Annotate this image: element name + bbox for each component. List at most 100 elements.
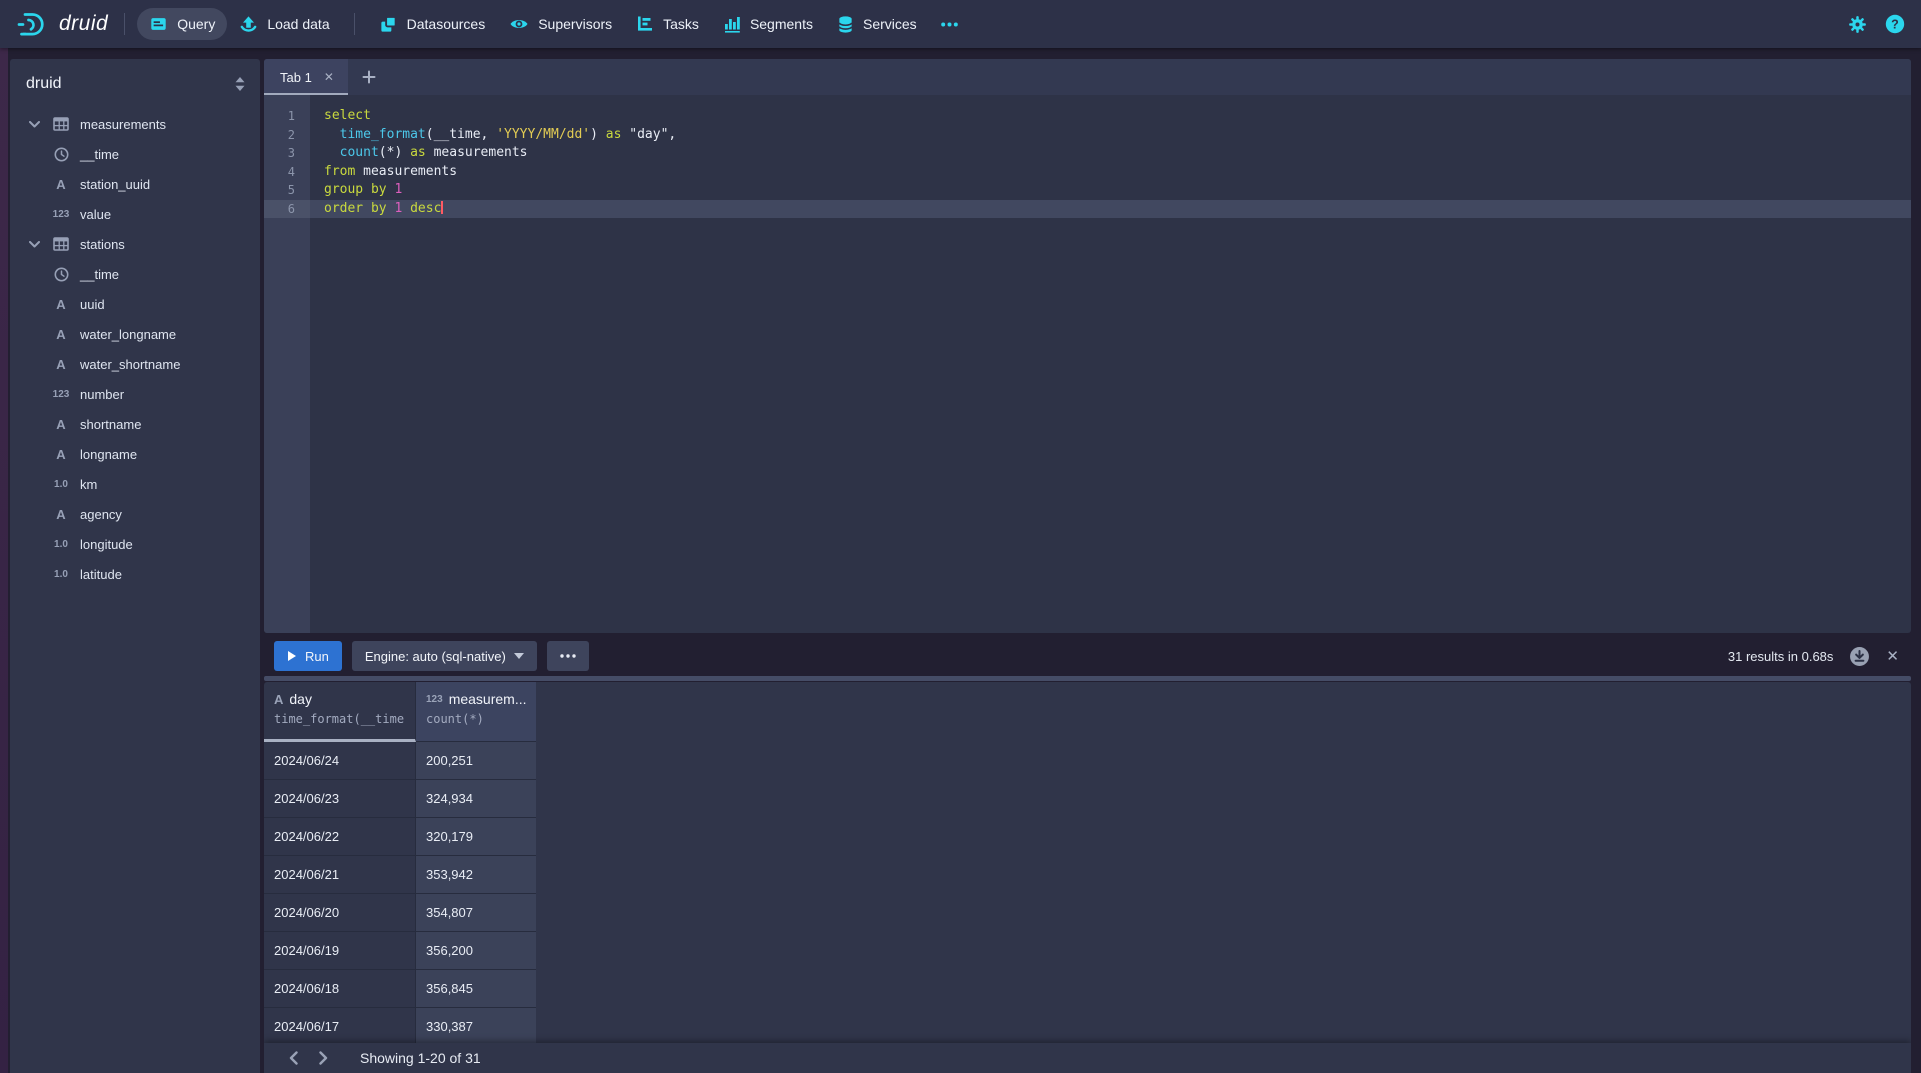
table-cell[interactable]: 2024/06/19	[264, 932, 416, 970]
tree-column-station_uuid[interactable]: Astation_uuid	[10, 169, 260, 199]
query-more-button[interactable]	[547, 641, 589, 671]
tree-column-__time[interactable]: __time	[10, 139, 260, 169]
play-icon	[287, 650, 297, 662]
table-cell[interactable]: 2024/06/23	[264, 780, 416, 818]
string-type-icon: A	[56, 177, 65, 192]
nav-item-label: Datasources	[407, 16, 486, 32]
tree-column-label: __time	[80, 267, 119, 282]
float-type-icon: 1.0	[54, 539, 68, 550]
druid-logo[interactable]: druid	[16, 11, 108, 38]
tree-column-shortname[interactable]: Ashortname	[10, 409, 260, 439]
table-cell[interactable]: 2024/06/18	[264, 970, 416, 1008]
result-status: 31 results in 0.68s	[1728, 649, 1834, 664]
table-cell[interactable]: 2024/06/20	[264, 894, 416, 932]
tree-column-longitude[interactable]: 1.0longitude	[10, 529, 260, 559]
run-button[interactable]: Run	[274, 641, 342, 671]
gear-icon[interactable]	[1848, 15, 1867, 34]
datasources-icon	[379, 15, 398, 34]
string-type-icon: A	[50, 447, 72, 462]
nav-item-load-data[interactable]: Load data	[227, 8, 341, 41]
clock-icon	[54, 267, 69, 282]
tree-column-km[interactable]: 1.0km	[10, 469, 260, 499]
druid-logo-icon	[16, 11, 50, 38]
table-cell[interactable]: 356,200	[416, 932, 536, 970]
code-text: time_format(__time, 'YYYY/MM/dd') as "da…	[310, 126, 1911, 145]
table-cell[interactable]: 2024/06/21	[264, 856, 416, 894]
table-cell[interactable]: 2024/06/24	[264, 742, 416, 780]
results-panel: Adaytime_format(__time, …123measurem...c…	[264, 682, 1911, 1073]
tree-column-water_shortname[interactable]: Awater_shortname	[10, 349, 260, 379]
tree-column-agency[interactable]: Aagency	[10, 499, 260, 529]
close-tab-icon[interactable]: ✕	[324, 70, 334, 84]
tree-column-longname[interactable]: Alongname	[10, 439, 260, 469]
tree-table-stations[interactable]: stations	[10, 229, 260, 259]
tree-column-label: station_uuid	[80, 177, 150, 192]
tree-table-label: measurements	[80, 117, 166, 132]
tree-column-water_longname[interactable]: Awater_longname	[10, 319, 260, 349]
download-icon[interactable]	[1849, 646, 1870, 667]
table-cell[interactable]: 200,251	[416, 742, 536, 780]
tree-column-uuid[interactable]: Auuid	[10, 289, 260, 319]
schema-name[interactable]: druid	[26, 75, 62, 93]
column-header-day[interactable]: Adaytime_format(__time, …	[264, 682, 416, 742]
nav-item-tasks[interactable]: Tasks	[624, 8, 711, 40]
eye-icon	[509, 16, 529, 32]
table-cell[interactable]: 2024/06/17	[264, 1008, 416, 1046]
line-number: 4	[264, 163, 310, 182]
nav-item-services[interactable]: Services	[825, 8, 929, 41]
tree-table-measurements[interactable]: measurements	[10, 109, 260, 139]
nav-divider	[354, 13, 355, 35]
sql-editor[interactable]: 1select2 time_format(__time, 'YYYY/MM/dd…	[264, 95, 1911, 633]
nav-item-label: Segments	[750, 16, 813, 32]
table-cell[interactable]: 356,845	[416, 970, 536, 1008]
tree-column-label: __time	[80, 147, 119, 162]
double-caret-vertical-icon[interactable]	[234, 76, 246, 92]
table-cell[interactable]: 330,387	[416, 1008, 536, 1046]
run-status-area: 31 results in 0.68s ✕	[1728, 646, 1911, 667]
query-icon	[149, 15, 168, 33]
tree-column-value[interactable]: 123 value	[10, 199, 260, 229]
engine-select[interactable]: Engine: auto (sql-native)	[352, 641, 537, 671]
column-title: 123measurem...	[426, 691, 526, 707]
help-icon[interactable]: ?	[1885, 14, 1905, 34]
tree-table-label: stations	[80, 237, 125, 252]
tree-column-number[interactable]: 123number	[10, 379, 260, 409]
tree-column-label: value	[80, 207, 111, 222]
close-results-icon[interactable]: ✕	[1886, 647, 1899, 665]
string-type-icon: A	[50, 177, 72, 192]
tree-column-label: km	[80, 477, 97, 492]
logo-wordmark: druid	[59, 12, 108, 36]
tab-1[interactable]: Tab 1 ✕	[264, 59, 348, 95]
nav-item-segments[interactable]: Segments	[711, 8, 825, 40]
tree-column-label: longname	[80, 447, 137, 462]
tree-column-label: latitude	[80, 567, 122, 582]
column-header-measurem[interactable]: 123measurem...count(*)	[416, 682, 536, 742]
nav-right: ?	[1848, 14, 1905, 34]
nav-item-supervisors[interactable]: Supervisors	[497, 9, 624, 39]
table-cell[interactable]: 320,179	[416, 818, 536, 856]
table-cell[interactable]: 354,807	[416, 894, 536, 932]
schema-tree: measurements __time Astation_uuid 123 value s…	[10, 109, 260, 589]
next-page-icon[interactable]	[308, 1051, 338, 1065]
code-lines: 1select2 time_format(__time, 'YYYY/MM/dd…	[264, 95, 1911, 218]
new-tab-button[interactable]	[362, 70, 376, 84]
number-type-icon: 123	[50, 209, 72, 220]
tree-column-latitude[interactable]: 1.0latitude	[10, 559, 260, 589]
nav-item-more[interactable]	[929, 15, 970, 34]
nav-item-query[interactable]: Query	[137, 8, 227, 40]
table-cell[interactable]: 2024/06/22	[264, 818, 416, 856]
pagination-bar: Showing 1-20 of 31	[264, 1043, 1911, 1073]
nav-item-datasources[interactable]: Datasources	[367, 8, 498, 41]
table-cell[interactable]: 324,934	[416, 780, 536, 818]
chevron-down-icon[interactable]	[26, 121, 42, 128]
run-bar: Run Engine: auto (sql-native) 31 results…	[264, 641, 1911, 671]
table-cell[interactable]: 353,942	[416, 856, 536, 894]
chevron-down-icon[interactable]	[26, 241, 42, 248]
tree-column-__time[interactable]: __time	[10, 259, 260, 289]
engine-label: Engine: auto (sql-native)	[365, 649, 506, 664]
panel-splitter[interactable]	[264, 676, 1911, 681]
line-number: 1	[264, 107, 310, 126]
line-number: 6	[264, 200, 310, 219]
prev-page-icon[interactable]	[278, 1051, 308, 1065]
column-label: measurem...	[449, 691, 526, 707]
